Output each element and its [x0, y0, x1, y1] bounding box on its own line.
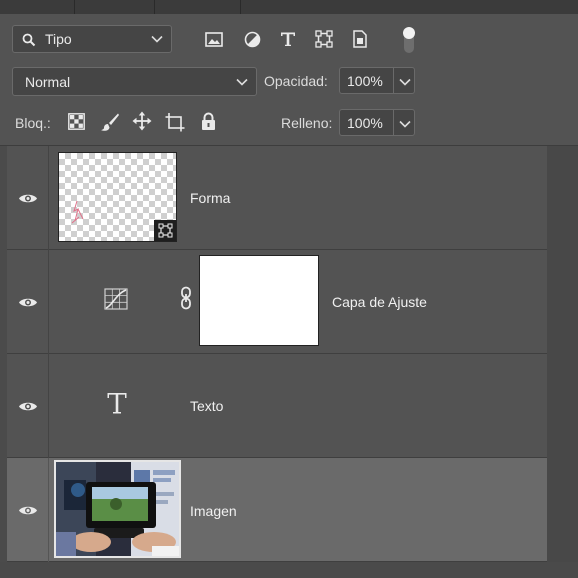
image-thumbnail	[56, 462, 179, 556]
text-layer-thumbnail[interactable]	[106, 391, 128, 415]
fill-value: 100%	[347, 115, 383, 131]
layer-mask-thumbnail[interactable]	[199, 255, 319, 346]
filter-type-label: Tipo	[45, 31, 72, 47]
panel-tab-strip	[0, 0, 578, 14]
smart-object-filter-icon	[353, 30, 367, 48]
shape-badge	[154, 220, 176, 241]
lock-artboard-button[interactable]	[164, 111, 186, 133]
lock-all-button[interactable]	[198, 110, 218, 132]
eye-icon	[18, 298, 37, 306]
layers-list: Forma Capa de Ajuste Texto Imagen	[7, 146, 547, 566]
layer-row-imagen[interactable]: Imagen	[7, 458, 547, 562]
curves-adjustment-icon	[104, 288, 128, 310]
lock-position-button[interactable]	[131, 110, 153, 132]
fill-label: Relleno:	[281, 115, 333, 131]
shape-filter-icon	[315, 30, 333, 48]
visibility-toggle[interactable]	[7, 458, 49, 562]
visibility-toggle[interactable]	[7, 146, 49, 250]
layer-name[interactable]: Forma	[190, 190, 230, 206]
layer-row-texto[interactable]: Texto	[7, 354, 547, 458]
lock-transparent-button[interactable]	[66, 111, 86, 131]
filter-toggle-icon	[403, 27, 415, 53]
layer-thumbnail[interactable]	[58, 152, 177, 242]
text-filter-button[interactable]	[277, 29, 299, 49]
chevron-down-icon	[399, 120, 411, 128]
lock-transparent-pixels-icon	[67, 112, 85, 130]
opacity-dropdown-button[interactable]	[393, 67, 415, 94]
blend-mode-value: Normal	[25, 74, 71, 90]
lock-image-pixels-icon	[101, 113, 119, 131]
lock-row: Bloq.: Relleno: 100%	[0, 100, 578, 146]
filter-toggle-switch[interactable]	[398, 22, 420, 58]
fill-field[interactable]: 100%	[339, 109, 394, 136]
blend-mode-dropdown[interactable]: Normal	[12, 67, 257, 96]
chevron-down-icon	[236, 78, 248, 86]
layers-scrollbar[interactable]	[547, 146, 578, 578]
blend-row: Normal Opacidad: 100%	[0, 64, 578, 100]
opacity-field[interactable]: 100%	[339, 67, 394, 94]
lock-image-button[interactable]	[99, 111, 121, 133]
adjustment-filter-icon	[244, 31, 260, 47]
visibility-toggle[interactable]	[7, 250, 49, 354]
layer-row-capa-de-ajuste[interactable]: Capa de Ajuste	[7, 250, 547, 354]
panel-tab[interactable]	[75, 0, 155, 14]
panel-tab[interactable]	[0, 0, 75, 14]
fill-dropdown-button[interactable]	[393, 109, 415, 136]
search-icon	[22, 33, 36, 47]
visibility-toggle[interactable]	[7, 354, 49, 458]
eye-icon	[18, 506, 37, 514]
chevron-down-icon	[399, 78, 411, 86]
image-filter-button[interactable]	[203, 29, 225, 49]
smart-object-filter-button[interactable]	[349, 29, 371, 49]
chevron-down-icon	[151, 35, 163, 43]
panel-left-gutter	[0, 146, 7, 578]
shape-layer-badge-icon	[158, 223, 172, 238]
chain-link-icon	[181, 286, 191, 310]
filter-row: Tipo	[0, 14, 578, 64]
layer-name[interactable]: Imagen	[190, 503, 237, 519]
layer-name[interactable]: Capa de Ajuste	[332, 294, 427, 310]
adjustment-filter-button[interactable]	[241, 29, 263, 49]
panel-tab[interactable]	[155, 0, 241, 14]
opacity-label: Opacidad:	[264, 73, 328, 89]
shape-filter-button[interactable]	[313, 29, 335, 49]
panel-bottom-strip	[0, 562, 578, 578]
eye-icon	[18, 402, 37, 410]
filter-type-dropdown[interactable]: Tipo	[12, 25, 172, 53]
layer-thumbnail-selected[interactable]	[54, 460, 181, 558]
lock-artboard-icon	[165, 113, 185, 132]
lock-label: Bloq.:	[15, 115, 51, 131]
opacity-value: 100%	[347, 73, 383, 89]
eye-icon	[18, 194, 37, 202]
shape-preview-icon	[71, 200, 84, 224]
lock-all-icon	[201, 112, 215, 130]
image-filter-icon	[205, 31, 223, 47]
layer-row-forma[interactable]: Forma	[7, 146, 547, 250]
adjustment-thumbnail[interactable]	[104, 288, 128, 310]
text-layer-icon	[107, 393, 127, 414]
lock-position-icon	[132, 111, 152, 131]
layer-name[interactable]: Texto	[190, 398, 223, 414]
mask-link[interactable]	[179, 286, 193, 310]
text-filter-icon	[281, 32, 295, 46]
